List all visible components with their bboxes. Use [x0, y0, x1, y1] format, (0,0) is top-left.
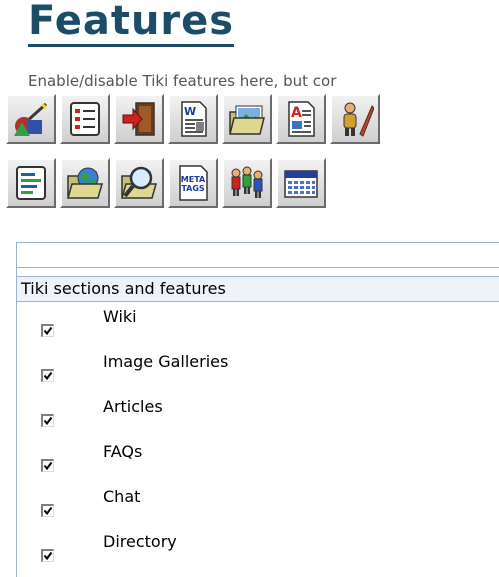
wiki-page-icon: W — [181, 101, 207, 137]
search-button[interactable] — [114, 158, 164, 208]
checkmark-icon — [43, 371, 53, 380]
text-lines-icon — [16, 166, 46, 200]
articles-button[interactable]: A — [276, 94, 326, 144]
toolbar-row-2: META TAGS — [6, 158, 326, 208]
checklist-button[interactable] — [60, 94, 110, 144]
articles-icon: A — [288, 101, 315, 137]
features-panel: Tiki sections and features Wiki Image Ga… — [16, 242, 499, 577]
feature-row-directory: Directory — [41, 532, 177, 562]
text-features-button[interactable] — [6, 158, 56, 208]
meta-tags-button[interactable]: META TAGS — [168, 158, 218, 208]
feature-row-faqs: FAQs — [41, 442, 142, 472]
login-door-icon — [122, 102, 155, 136]
feature-checkbox-chat[interactable] — [41, 503, 54, 517]
search-folder-icon — [121, 166, 157, 199]
user-preferences-button[interactable] — [330, 94, 380, 144]
checkmark-icon — [43, 506, 53, 515]
checkmark-icon — [43, 326, 53, 335]
image-galleries-button[interactable] — [222, 94, 272, 144]
globe-folder-icon — [67, 167, 103, 199]
user-pencil-icon — [343, 102, 374, 137]
checklist-icon — [70, 102, 100, 136]
checkmark-icon — [43, 551, 53, 560]
meta-tags-icon: META TAGS — [179, 165, 208, 201]
calendar-icon — [284, 170, 318, 198]
wizard-button[interactable] — [6, 94, 56, 144]
wizard-shapes-icon — [14, 102, 48, 136]
feature-label: Image Galleries — [103, 352, 229, 371]
feature-label: Directory — [103, 532, 177, 551]
feature-label: FAQs — [103, 442, 143, 461]
feature-checkbox-articles[interactable] — [41, 413, 54, 427]
community-button[interactable] — [222, 158, 272, 208]
feature-label: Chat — [103, 487, 141, 506]
feature-label: Articles — [103, 397, 163, 416]
section-header: Tiki sections and features — [17, 276, 499, 302]
login-button[interactable] — [114, 94, 164, 144]
svg-text:W: W — [184, 105, 196, 118]
toolbar-row-1: W A — [6, 94, 380, 144]
features-page: Features Enable/disable Tiki features he… — [0, 0, 499, 577]
feature-checkbox-wiki[interactable] — [41, 323, 54, 337]
image-gallery-folder-icon — [229, 105, 265, 135]
feature-row-wiki: Wiki — [41, 307, 137, 337]
wiki-button[interactable]: W — [168, 94, 218, 144]
feature-row-articles: Articles — [41, 397, 163, 427]
meta-tags-line1: META — [181, 175, 206, 184]
feature-row-chat: Chat — [41, 487, 140, 517]
checkmark-icon — [43, 416, 53, 425]
meta-tags-line2: TAGS — [181, 184, 205, 193]
feature-checkbox-directory[interactable] — [41, 548, 54, 562]
calendar-button[interactable] — [276, 158, 326, 208]
panel-top-bar — [17, 243, 499, 268]
page-title: Features — [28, 0, 235, 47]
feature-checkbox-faqs[interactable] — [41, 458, 54, 472]
feature-label: Wiki — [103, 307, 137, 326]
community-icon — [231, 166, 263, 198]
feature-row-image-galleries: Image Galleries — [41, 352, 228, 382]
file-galleries-button[interactable] — [60, 158, 110, 208]
svg-text:A: A — [291, 105, 302, 121]
page-subtitle: Enable/disable Tiki features here, but c… — [28, 72, 337, 90]
feature-checkbox-image-galleries[interactable] — [41, 368, 54, 382]
checkmark-icon — [43, 461, 53, 470]
